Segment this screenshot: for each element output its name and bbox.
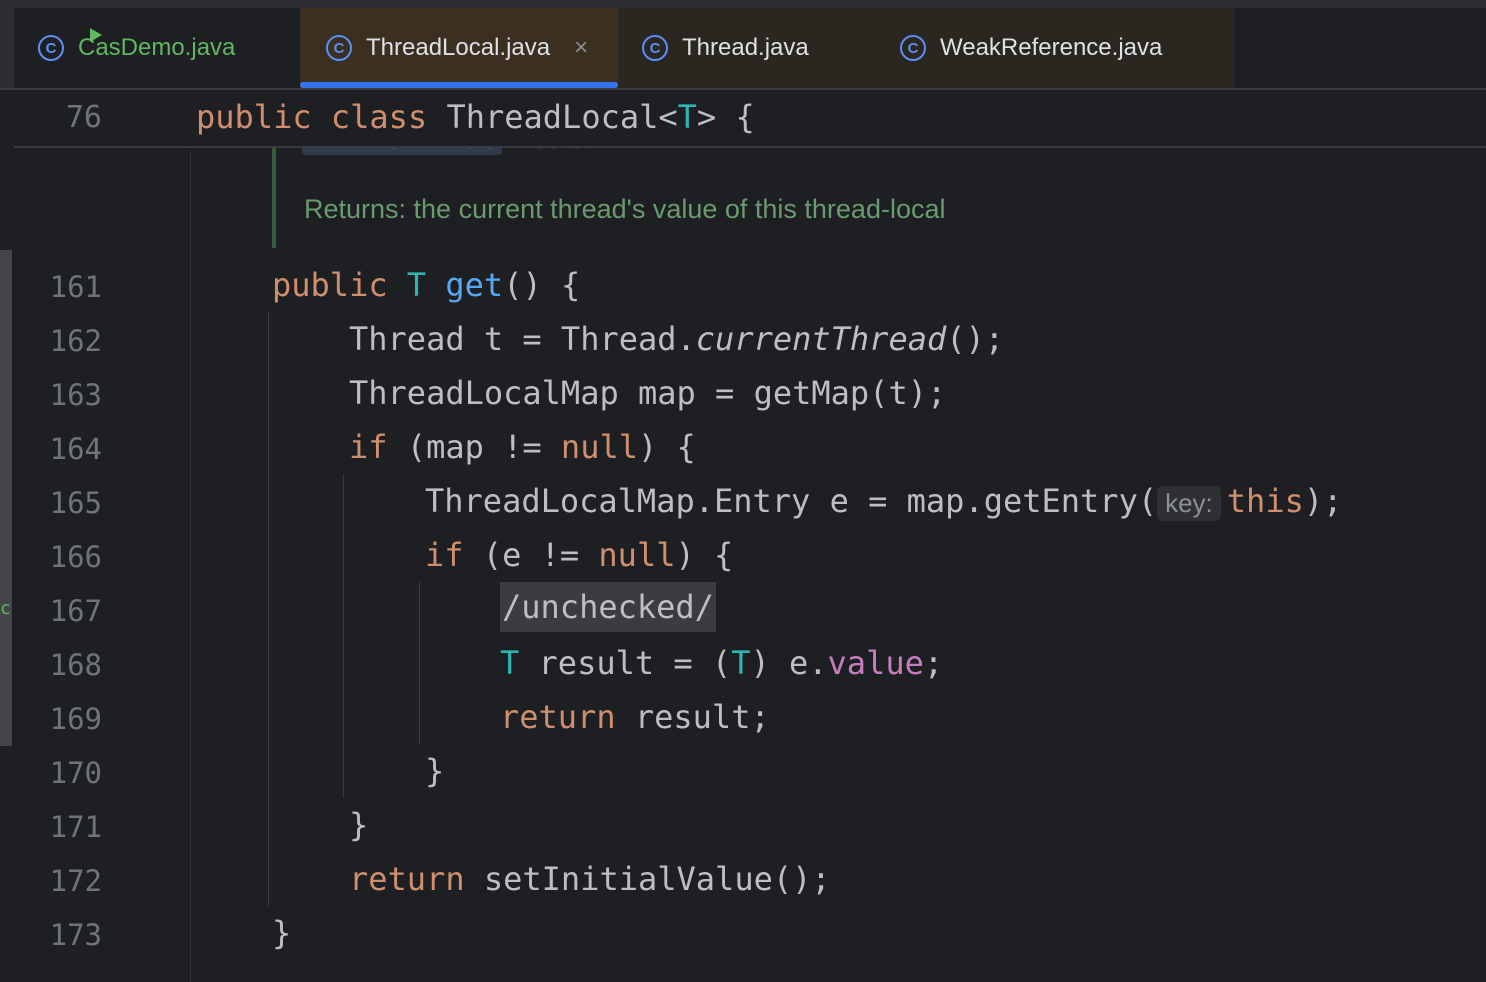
code-text: if (map != null) { (349, 428, 696, 466)
line-number: 165 (49, 486, 102, 520)
code-text: T result = (T) e.value; (500, 644, 944, 682)
tab-casdemo[interactable]: C CasDemo.java (38, 8, 300, 88)
tab-label: WeakReference.java (940, 34, 1163, 61)
code-line[interactable]: 167 /unchecked/ (14, 582, 1486, 638)
code-line[interactable]: 162 Thread t = Thread.currentThread(); (14, 314, 1486, 368)
tab-threadlocal[interactable]: C ThreadLocal.java × (300, 8, 618, 88)
close-icon[interactable]: × (574, 34, 588, 62)
code-line[interactable]: 172 return setInitialValue(); (14, 854, 1486, 908)
java-class-icon: C (642, 35, 668, 61)
left-scrollbar[interactable] (0, 250, 12, 746)
line-number: 172 (49, 864, 102, 898)
code-line[interactable]: 166 if (e != null) { (14, 530, 1486, 584)
sticky-class-header[interactable]: 76 public class ThreadLocal<T> { (14, 90, 1486, 148)
run-marker-icon (90, 28, 102, 42)
parameter-hint: key: (1157, 486, 1221, 521)
line-number: 170 (49, 756, 102, 790)
javadoc-bar (272, 146, 276, 248)
left-edge-marker: c (0, 598, 11, 619)
line-number: 167 (49, 594, 102, 628)
line-number: 173 (49, 918, 102, 952)
java-class-run-icon: C (38, 35, 64, 61)
code-text: public T get() { (272, 266, 581, 304)
code-line[interactable]: 170 } (14, 746, 1486, 800)
line-number: 168 (49, 648, 102, 682)
code-line[interactable]: 169 return result; (14, 692, 1486, 746)
code-text: ThreadLocalMap map = getMap(t); (349, 374, 947, 412)
code-line[interactable]: 171 } (14, 800, 1486, 854)
line-number: 76 (65, 100, 102, 135)
rendered-javadoc: initialValuemethod. Returns: the current… (272, 124, 1486, 248)
code-text: return setInitialValue(); (349, 860, 831, 898)
line-number: 166 (49, 540, 102, 574)
java-class-icon: C (326, 35, 352, 61)
code-text: ThreadLocalMap.Entry e = map.getEntry(ke… (425, 482, 1343, 521)
code-line[interactable]: 163 ThreadLocalMap map = getMap(t); (14, 368, 1486, 422)
code-line[interactable]: 173 } (14, 908, 1486, 962)
tab-weakreference[interactable]: C WeakReference.java (876, 8, 1234, 88)
window-top-bar (0, 0, 1486, 8)
code-text: } (349, 806, 369, 844)
line-number: 169 (49, 702, 102, 736)
line-number: 161 (49, 270, 102, 304)
code-text: } (425, 752, 445, 790)
suppression-comment: /unchecked/ (500, 582, 716, 632)
line-number: 163 (49, 378, 102, 412)
code-text: } (272, 914, 292, 952)
line-number: 162 (49, 324, 102, 358)
code-line[interactable]: 164 if (map != null) { (14, 422, 1486, 476)
code-text: if (e != null) { (425, 536, 734, 574)
tab-label: ThreadLocal.java (366, 34, 551, 61)
code-line[interactable]: 168 T result = (T) e.value; (14, 638, 1486, 692)
java-class-icon: C (900, 35, 926, 61)
tab-bar-left-edge (0, 8, 14, 88)
line-number: 164 (49, 432, 102, 466)
code-line[interactable]: 165 ThreadLocalMap.Entry e = map.getEntr… (14, 476, 1486, 530)
tab-thread[interactable]: C Thread.java (618, 8, 876, 88)
code-line[interactable]: 161 public T get() { (14, 260, 1486, 314)
code-text: return result; (500, 698, 770, 736)
tab-label: Thread.java (682, 34, 809, 61)
sticky-code: public class ThreadLocal<T> { (196, 98, 755, 136)
line-number: 171 (49, 810, 102, 844)
code-text: Thread t = Thread.currentThread(); (349, 320, 1005, 358)
javadoc-returns: Returns: the current thread's value of t… (304, 194, 946, 224)
